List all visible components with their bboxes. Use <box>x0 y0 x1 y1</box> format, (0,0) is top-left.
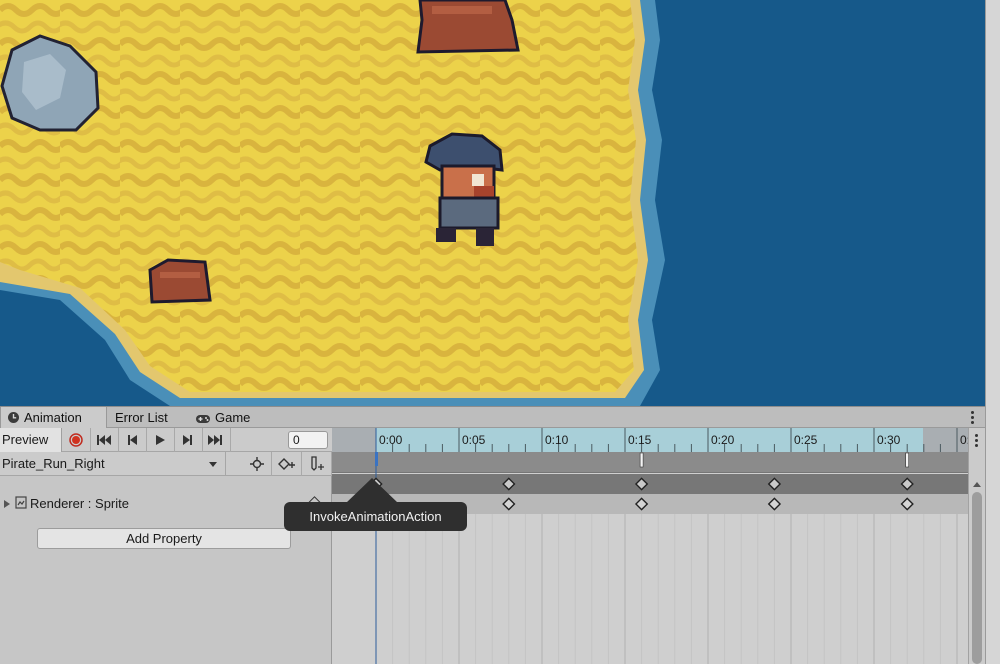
preview-button[interactable]: Preview <box>0 428 62 452</box>
dopesheet-timeline[interactable]: 0:000:050:100:150:200:250:300: <box>332 428 968 664</box>
add-keyframe-icon <box>277 458 295 470</box>
play-button[interactable] <box>146 428 175 452</box>
keyframe-diamond[interactable] <box>900 497 914 511</box>
add-event-button[interactable] <box>302 452 332 476</box>
next-key-icon <box>183 435 192 445</box>
add-event-icon <box>310 456 324 471</box>
foldout-arrow-icon[interactable] <box>4 500 10 508</box>
property-row-renderer-sprite[interactable]: Renderer : Sprite <box>0 492 332 516</box>
last-keyframe-button[interactable] <box>202 428 231 452</box>
timeline-grid <box>369 428 958 664</box>
clock-icon <box>7 409 20 430</box>
window-tab-bar: Animation Error List Game <box>0 406 985 428</box>
keyframe-target-button[interactable] <box>242 452 272 476</box>
panel-options-icon[interactable] <box>975 434 979 449</box>
tab-label: Error List <box>115 410 168 425</box>
tab-label: Game <box>215 410 251 425</box>
event-tooltip: InvokeAnimationAction <box>284 502 467 531</box>
tab-error-list[interactable]: Error List <box>109 407 189 428</box>
first-keyframe-button[interactable] <box>90 428 119 452</box>
frame-input[interactable]: 0 <box>288 431 328 449</box>
first-key-icon <box>97 435 111 445</box>
sprite-renderer-icon <box>15 496 28 513</box>
scroll-thumb[interactable] <box>972 492 982 664</box>
scroll-up-icon[interactable] <box>973 482 981 487</box>
keyframe-target-icon <box>249 457 264 471</box>
prev-keyframe-button[interactable] <box>118 428 147 452</box>
keyframe-diamond[interactable] <box>502 497 516 511</box>
property-label: Renderer : Sprite <box>30 496 129 511</box>
play-icon <box>156 435 165 445</box>
keyframe-diamond[interactable] <box>900 477 914 491</box>
record-button[interactable] <box>62 428 91 452</box>
keyframe-diamond[interactable] <box>502 477 516 491</box>
playback-toolbar: Preview 0 <box>0 428 332 452</box>
record-icon <box>69 433 83 447</box>
keyframe-diamond[interactable] <box>634 477 649 491</box>
playhead-marker[interactable] <box>375 452 378 466</box>
next-keyframe-button[interactable] <box>174 428 203 452</box>
gamepad-icon <box>195 409 211 430</box>
last-key-icon <box>208 435 222 445</box>
tab-animation[interactable]: Animation <box>0 407 107 428</box>
prev-key-icon <box>128 435 137 445</box>
vertical-scrollbar[interactable] <box>968 428 985 664</box>
add-property-button[interactable]: Add Property <box>37 528 291 549</box>
tab-label: Animation <box>24 410 82 425</box>
clip-name: Pirate_Run_Right <box>2 456 105 471</box>
clip-dropdown[interactable]: Pirate_Run_Right <box>0 452 226 476</box>
chevron-down-icon <box>209 462 217 467</box>
tab-options-icon[interactable] <box>971 411 975 425</box>
scene-right-edge <box>985 0 1000 406</box>
animation-properties-panel: Preview 0 Pirate_Run_Right Renderer: Sp… <box>0 428 332 664</box>
keyframe-diamond[interactable] <box>767 497 782 511</box>
game-scene-view[interactable] <box>0 0 985 406</box>
pixel-art-scene <box>0 0 665 406</box>
animation-event-marker[interactable] <box>639 452 644 468</box>
add-keyframe-button[interactable] <box>272 452 302 476</box>
tooltip-arrow <box>346 478 398 503</box>
keyframe-diamond[interactable] <box>634 497 649 511</box>
animation-event-marker[interactable] <box>905 452 910 468</box>
clip-toolbar: Pirate_Run_Right <box>0 452 332 476</box>
window-right-edge <box>985 406 1000 664</box>
keyframe-diamond[interactable] <box>767 477 782 491</box>
tab-game[interactable]: Game <box>189 407 261 428</box>
